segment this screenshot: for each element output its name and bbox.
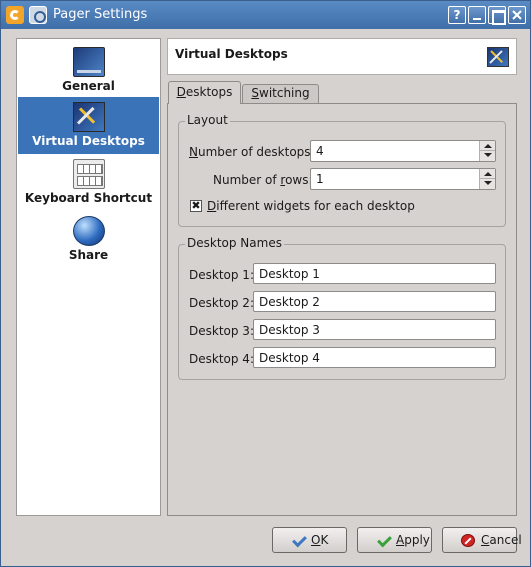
- desktop-3-label: Desktop 3:: [189, 324, 254, 338]
- desktop-names-group: Desktop Names Desktop 1: Desktop 1 Deskt…: [178, 236, 506, 380]
- desktop-4-name-field[interactable]: Desktop 4: [253, 347, 496, 368]
- spinbox-value: 1: [316, 172, 324, 186]
- desktop-2-label: Desktop 2:: [189, 296, 254, 310]
- number-of-desktops-spinbox[interactable]: 4: [310, 140, 496, 162]
- desktop-3-name-field[interactable]: Desktop 3: [253, 319, 496, 340]
- page-header: Virtual Desktops: [167, 38, 517, 75]
- number-of-desktops-label: Number of desktops:: [189, 145, 315, 159]
- virtual-desktops-icon: [487, 47, 509, 67]
- layout-group: Layout Number of desktops: 4 Number of r…: [178, 113, 506, 227]
- ok-button[interactable]: OK: [272, 527, 347, 553]
- cancel-icon: [461, 534, 475, 547]
- sidebar-item-label: Keyboard Shortcut: [24, 191, 153, 205]
- maximize-button[interactable]: [488, 6, 506, 25]
- pager-settings-window: Pager Settings ? General Virtual Desktop…: [0, 0, 531, 567]
- page-title: Virtual Desktops: [175, 47, 288, 61]
- desktop-1-name-field[interactable]: Desktop 1: [253, 263, 496, 284]
- different-widgets-checkbox[interactable]: ✖: [190, 200, 202, 212]
- globe-icon: [73, 216, 105, 246]
- close-icon: [512, 10, 522, 20]
- apply-check-icon: [376, 534, 390, 547]
- minimize-button[interactable]: [468, 6, 486, 24]
- group-title: Layout: [185, 113, 230, 127]
- spinbox-arrows: [479, 141, 495, 161]
- number-of-rows-spinbox[interactable]: 1: [310, 168, 496, 190]
- group-title: Desktop Names: [185, 236, 284, 250]
- sidebar-item-label: Virtual Desktops: [32, 134, 145, 148]
- sidebar-item-label: General: [62, 79, 115, 93]
- desktop-2-name-field[interactable]: Desktop 2: [253, 291, 496, 312]
- settings-sidebar: General Virtual Desktops Keyboard Shortc…: [16, 38, 161, 516]
- spinbox-arrows: [479, 169, 495, 189]
- title-bar[interactable]: Pager Settings ?: [1, 1, 530, 29]
- tab-switching[interactable]: Switching: [242, 84, 319, 103]
- spinbox-value: 4: [316, 144, 324, 158]
- increment-button[interactable]: [480, 169, 495, 179]
- window-title: Pager Settings: [53, 7, 148, 22]
- tab-desktops[interactable]: Desktops: [168, 81, 241, 104]
- number-of-rows-label: Number of rows:: [213, 173, 313, 187]
- decrement-button[interactable]: [480, 151, 495, 161]
- button-label: Apply: [396, 533, 430, 547]
- apply-button[interactable]: Apply: [357, 527, 432, 553]
- tab-label: Desktops: [176, 85, 233, 99]
- increment-button[interactable]: [480, 141, 495, 151]
- app-icon: [6, 6, 24, 24]
- decrement-button[interactable]: [480, 179, 495, 189]
- desktop-1-label: Desktop 1:: [189, 268, 254, 282]
- help-button[interactable]: ?: [448, 6, 466, 24]
- desktop-icon: [73, 47, 105, 77]
- sidebar-item-share[interactable]: Share: [18, 211, 159, 268]
- tab-label: Switching: [251, 86, 310, 100]
- desktop-4-label: Desktop 4:: [189, 352, 254, 366]
- sidebar-item-keyboard-shortcut[interactable]: Keyboard Shortcut: [18, 154, 159, 211]
- different-widgets-label[interactable]: Different widgets for each desktop: [207, 199, 415, 213]
- button-label: OK: [311, 533, 329, 547]
- desktops-tab-pane: Layout Number of desktops: 4 Number of r…: [167, 103, 517, 516]
- sidebar-item-virtual-desktops[interactable]: Virtual Desktops: [18, 97, 159, 154]
- virtual-desktops-icon: [73, 102, 105, 132]
- sidebar-item-label: Share: [68, 248, 109, 262]
- keyboard-icon: [73, 159, 105, 189]
- close-button[interactable]: [508, 6, 526, 24]
- cancel-button[interactable]: Cancel: [442, 527, 522, 553]
- button-label: Cancel: [481, 533, 522, 547]
- sidebar-item-general[interactable]: General: [18, 42, 159, 99]
- ok-check-icon: [291, 534, 305, 547]
- window-menu-icon[interactable]: [29, 6, 47, 24]
